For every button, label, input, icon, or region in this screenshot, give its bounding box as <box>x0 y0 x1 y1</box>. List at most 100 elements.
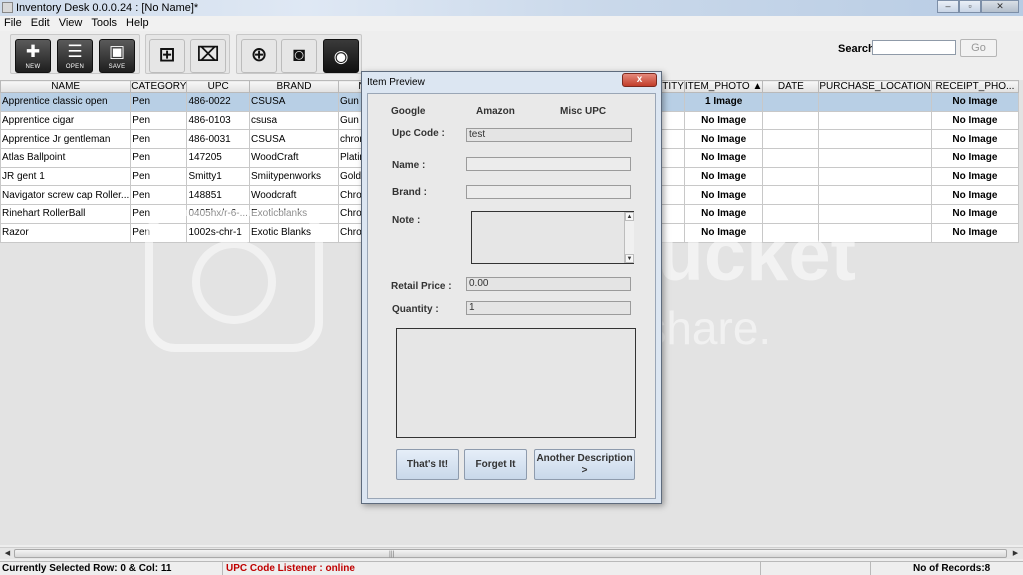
cell-brand[interactable]: WoodCraft <box>248 148 339 168</box>
cell-upc[interactable]: 148851 <box>186 185 250 206</box>
close-window-button[interactable]: ✕ <box>981 0 1019 13</box>
cell-date[interactable] <box>762 222 820 243</box>
cell-purchase-location[interactable] <box>818 129 932 150</box>
horizontal-scrollbar[interactable]: ◀ ||| ▶ <box>0 547 1023 559</box>
cell-receipt-photo[interactable]: No Image <box>930 129 1019 150</box>
cell-purchase-location[interactable] <box>818 110 932 131</box>
go-button[interactable]: Go <box>960 39 997 57</box>
cell-purchase-location[interactable] <box>818 148 932 168</box>
cell-name[interactable]: Atlas Ballpoint <box>0 148 132 168</box>
col-item-photo[interactable]: ITEM_PHOTO ▲ <box>683 80 764 93</box>
cell-date[interactable] <box>762 148 820 168</box>
cell-receipt-photo[interactable]: No Image <box>930 166 1019 187</box>
cell-item-photo[interactable]: No Image <box>683 110 764 131</box>
cell-brand[interactable]: Smiitypenworks <box>248 166 339 187</box>
cell-receipt-photo[interactable]: No Image <box>930 222 1019 243</box>
cell-receipt-photo[interactable]: No Image <box>930 185 1019 206</box>
cell-item-photo[interactable]: No Image <box>683 204 764 224</box>
cell-brand[interactable]: Exotic Blanks <box>248 222 339 243</box>
col-receipt-photo[interactable]: RECEIPT_PHO... <box>930 80 1019 93</box>
cell-item-photo[interactable]: No Image <box>683 166 764 187</box>
cell-receipt-photo[interactable]: No Image <box>930 204 1019 224</box>
cell-name[interactable]: Apprentice classic open <box>0 92 132 112</box>
cell-purchase-location[interactable] <box>818 166 932 187</box>
menu-edit[interactable]: Edit <box>27 16 55 31</box>
col-name[interactable]: NAME <box>0 80 132 93</box>
cell-category[interactable]: Pen <box>130 129 188 150</box>
cell-brand[interactable]: csusa <box>248 110 339 131</box>
cell-category[interactable]: Pen <box>130 110 188 131</box>
cell-date[interactable] <box>762 166 820 187</box>
another-description-button[interactable]: Another Description > <box>534 449 635 480</box>
retail-price-field[interactable]: 0.00 <box>466 277 631 291</box>
cell-item-photo[interactable]: No Image <box>683 222 764 243</box>
new-button[interactable]: ✚ NEW <box>15 39 51 73</box>
tab-google[interactable]: Google <box>391 106 425 117</box>
cell-date[interactable] <box>762 110 820 131</box>
cell-item-photo[interactable]: 1 Image <box>683 92 764 112</box>
cell-receipt-photo[interactable]: No Image <box>930 148 1019 168</box>
cell-item-photo[interactable]: No Image <box>683 129 764 150</box>
cell-item-photo[interactable]: No Image <box>683 148 764 168</box>
cell-date[interactable] <box>762 129 820 150</box>
delete-item-button[interactable]: ⌧ <box>190 39 226 73</box>
cell-upc[interactable]: 486-0031 <box>186 129 250 150</box>
cell-receipt-photo[interactable]: No Image <box>930 92 1019 112</box>
cell-upc[interactable]: Smitty1 <box>186 166 250 187</box>
cell-name[interactable]: JR gent 1 <box>0 166 132 187</box>
cell-purchase-location[interactable] <box>818 92 932 112</box>
cell-name[interactable]: Apprentice cigar <box>0 110 132 131</box>
cell-name[interactable]: Rinehart RollerBall <box>0 204 132 224</box>
minimize-button[interactable]: – <box>937 0 959 13</box>
tab-amazon[interactable]: Amazon <box>476 106 515 117</box>
cell-purchase-location[interactable] <box>818 204 932 224</box>
menu-tools[interactable]: Tools <box>87 16 122 31</box>
cell-purchase-location[interactable] <box>818 185 932 206</box>
add-item-button[interactable]: ⊞ <box>149 39 185 73</box>
dialog-close-button[interactable]: x <box>622 73 657 87</box>
cell-category[interactable]: Pen <box>130 166 188 187</box>
scroll-up-icon[interactable]: ▲ <box>625 212 634 221</box>
col-purchase-location[interactable]: PURCHASE_LOCATION <box>818 80 932 93</box>
cell-brand[interactable]: Exoticblanks <box>248 204 339 224</box>
name-field[interactable] <box>466 157 631 171</box>
cell-name[interactable]: Apprentice Jr gentleman <box>0 129 132 150</box>
menu-file[interactable]: File <box>0 16 27 31</box>
cell-upc[interactable]: 486-0103 <box>186 110 250 131</box>
cell-purchase-location[interactable] <box>818 222 932 243</box>
cell-category[interactable]: Pen <box>130 222 188 243</box>
note-textarea[interactable]: ▲ ▼ <box>471 211 634 264</box>
cell-date[interactable] <box>762 185 820 206</box>
note-scrollbar[interactable]: ▲ ▼ <box>624 212 634 263</box>
brand-field[interactable] <box>466 185 631 199</box>
cell-category[interactable]: Pen <box>130 204 188 224</box>
thats-it-button[interactable]: That's It! <box>396 449 459 480</box>
cell-name[interactable]: Navigator screw cap Roller... <box>0 185 132 206</box>
scrollbar-thumb[interactable]: ||| <box>14 549 1007 558</box>
cell-upc[interactable]: 1002s-chr-1 <box>186 222 250 243</box>
cell-item-photo[interactable]: No Image <box>683 185 764 206</box>
search-input[interactable] <box>872 40 956 55</box>
maximize-button[interactable]: ▫ <box>959 0 981 13</box>
col-brand[interactable]: BRAND <box>248 80 339 93</box>
add-category-button[interactable]: ⊕ <box>241 39 277 73</box>
col-category[interactable]: CATEGORY <box>130 80 188 93</box>
photo-folder-button[interactable]: ◙ <box>281 39 317 73</box>
cell-category[interactable]: Pen <box>130 185 188 206</box>
cell-upc[interactable]: 486-0022 <box>186 92 250 112</box>
quantity-field[interactable]: 1 <box>466 301 631 315</box>
col-date[interactable]: DATE <box>762 80 820 93</box>
menu-help[interactable]: Help <box>122 16 154 31</box>
scroll-down-icon[interactable]: ▼ <box>625 254 634 263</box>
cell-brand[interactable]: CSUSA <box>248 129 339 150</box>
upc-field[interactable]: test <box>466 128 632 142</box>
cell-upc[interactable]: 147205 <box>186 148 250 168</box>
cell-date[interactable] <box>762 92 820 112</box>
tab-misc-upc[interactable]: Misc UPC <box>560 106 606 117</box>
cell-name[interactable]: Razor <box>0 222 132 243</box>
wireless-button[interactable]: ◉ <box>323 39 359 73</box>
cell-category[interactable]: Pen <box>130 148 188 168</box>
open-button[interactable]: ☰ OPEN <box>57 39 93 73</box>
cell-receipt-photo[interactable]: No Image <box>930 110 1019 131</box>
cell-brand[interactable]: CSUSA <box>248 92 339 112</box>
